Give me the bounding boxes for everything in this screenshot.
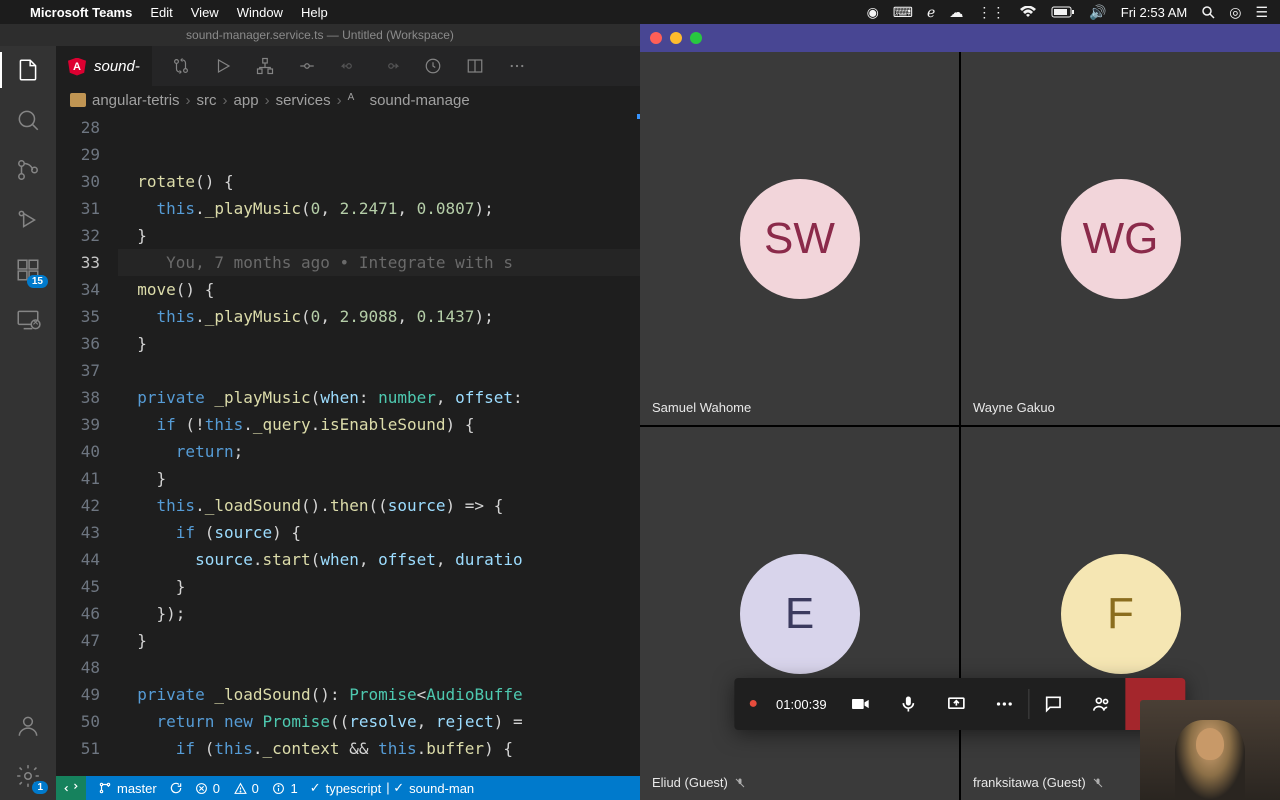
maximize-icon[interactable]	[690, 32, 702, 44]
teams-window: SW Samuel Wahome WG Wayne Gakuo E Eliud (Gues…	[640, 24, 1280, 800]
extensions-icon[interactable]: 15	[14, 256, 42, 284]
participant-name: Samuel Wahome	[652, 400, 751, 415]
keyboard-icon[interactable]: ⌨	[893, 4, 913, 21]
call-duration: 01:00:39	[772, 678, 837, 730]
cloud-icon[interactable]: ☁	[949, 4, 963, 21]
editor-toolbar	[152, 57, 640, 75]
bluetooth-icon[interactable]: ⋮⋮	[977, 4, 1005, 21]
run-icon[interactable]	[214, 57, 232, 75]
commit-back-icon[interactable]	[298, 57, 316, 75]
control-center-icon[interactable]: ☰	[1255, 4, 1268, 21]
lang-indicator[interactable]: ✓ typescript | ✓ sound-man	[310, 780, 474, 796]
bolt-icon[interactable]: ◉	[867, 4, 879, 21]
script-icon[interactable]: ℯ	[927, 4, 935, 21]
muted-icon	[734, 777, 746, 789]
avatar: F	[1061, 554, 1181, 674]
code-content[interactable]: rotate() { this._playMusic(0, 2.2471, 0.…	[118, 114, 640, 776]
chat-button[interactable]	[1030, 678, 1078, 730]
muted-icon	[1092, 777, 1104, 789]
settings-icon[interactable]: 1	[14, 762, 42, 790]
settings-badge: 1	[32, 781, 48, 794]
menu-edit[interactable]: Edit	[150, 5, 172, 20]
mic-button[interactable]	[885, 678, 933, 730]
mac-menubar: Microsoft Teams Edit View Window Help ◉ …	[0, 0, 1280, 24]
crumb-0[interactable]: angular-tetris	[92, 92, 180, 109]
menubar-app-name[interactable]: Microsoft Teams	[30, 5, 132, 20]
spotlight-icon[interactable]	[1201, 5, 1215, 19]
status-bar: master 0 0 1 ✓ typescript | ✓ sound-man	[56, 776, 640, 800]
minimize-icon[interactable]	[670, 32, 682, 44]
angular-icon: A	[348, 92, 364, 108]
teams-titlebar[interactable]	[640, 24, 1280, 52]
branch-indicator[interactable]: master	[98, 781, 157, 796]
tab-bar: A sound-	[56, 46, 640, 86]
share-button[interactable]	[933, 678, 981, 730]
vscode-window: sound-manager.service.ts — Untitled (Wor…	[0, 24, 640, 800]
git-compare-icon[interactable]	[172, 57, 190, 75]
call-toolbar: ● 01:00:39	[734, 678, 1185, 730]
code-editor[interactable]: 2829303132333435363738394041424344454647…	[56, 114, 640, 776]
more-button[interactable]	[981, 678, 1029, 730]
tab-sound-manager[interactable]: A sound-	[56, 46, 152, 86]
angular-icon: A	[68, 58, 86, 76]
participant-name: franksitawa (Guest)	[973, 775, 1104, 790]
participant-name: Wayne Gakuo	[973, 400, 1055, 415]
extensions-badge: 15	[27, 275, 48, 288]
self-view[interactable]	[1140, 700, 1280, 800]
explorer-icon[interactable]	[14, 56, 42, 84]
participant-tile[interactable]: WG Wayne Gakuo	[961, 52, 1280, 425]
volume-icon[interactable]: 🔊	[1089, 4, 1106, 21]
activity-bar: 15 1	[0, 46, 56, 800]
crumb-1[interactable]: src	[197, 92, 217, 109]
source-control-icon[interactable]	[14, 156, 42, 184]
menu-help[interactable]: Help	[301, 5, 328, 20]
sync-icon[interactable]	[169, 781, 183, 795]
siri-icon[interactable]: ◎	[1229, 4, 1241, 21]
menu-window[interactable]: Window	[237, 5, 283, 20]
wifi-icon[interactable]	[1019, 6, 1037, 18]
timeline-icon[interactable]	[424, 57, 442, 75]
people-button[interactable]	[1078, 678, 1126, 730]
avatar: E	[740, 554, 860, 674]
participant-name: Eliud (Guest)	[652, 775, 746, 790]
search-icon[interactable]	[14, 106, 42, 134]
avatar: WG	[1061, 179, 1181, 299]
crumb-4[interactable]: sound-manage	[370, 92, 470, 109]
split-icon[interactable]	[466, 57, 484, 75]
more-icon[interactable]	[508, 57, 526, 75]
menu-view[interactable]: View	[191, 5, 219, 20]
commit-prev-icon[interactable]	[340, 57, 358, 75]
crumb-3[interactable]: services	[276, 92, 331, 109]
recording-indicator[interactable]: ●	[734, 678, 772, 730]
participant-tile[interactable]: SW Samuel Wahome	[640, 52, 959, 425]
problems-indicator[interactable]: 0 0 1	[195, 781, 298, 796]
line-gutter: 2829303132333435363738394041424344454647…	[56, 114, 118, 776]
vscode-title: sound-manager.service.ts — Untitled (Wor…	[0, 24, 640, 46]
camera-button[interactable]	[837, 678, 885, 730]
close-icon[interactable]	[650, 32, 662, 44]
commit-next-icon[interactable]	[382, 57, 400, 75]
debug-icon[interactable]	[14, 206, 42, 234]
avatar: SW	[740, 179, 860, 299]
structure-icon[interactable]	[256, 57, 274, 75]
breadcrumb[interactable]: angular-tetris› src› app› services› A so…	[56, 86, 640, 114]
tab-label: sound-	[94, 58, 140, 75]
account-icon[interactable]	[14, 712, 42, 740]
crumb-2[interactable]: app	[234, 92, 259, 109]
participant-tile[interactable]: E Eliud (Guest)	[640, 427, 959, 800]
remote-indicator[interactable]	[56, 776, 86, 800]
clock[interactable]: Fri 2:53 AM	[1121, 5, 1187, 20]
remote-icon[interactable]	[14, 306, 42, 334]
battery-icon[interactable]	[1051, 6, 1075, 18]
folder-icon	[70, 93, 86, 107]
